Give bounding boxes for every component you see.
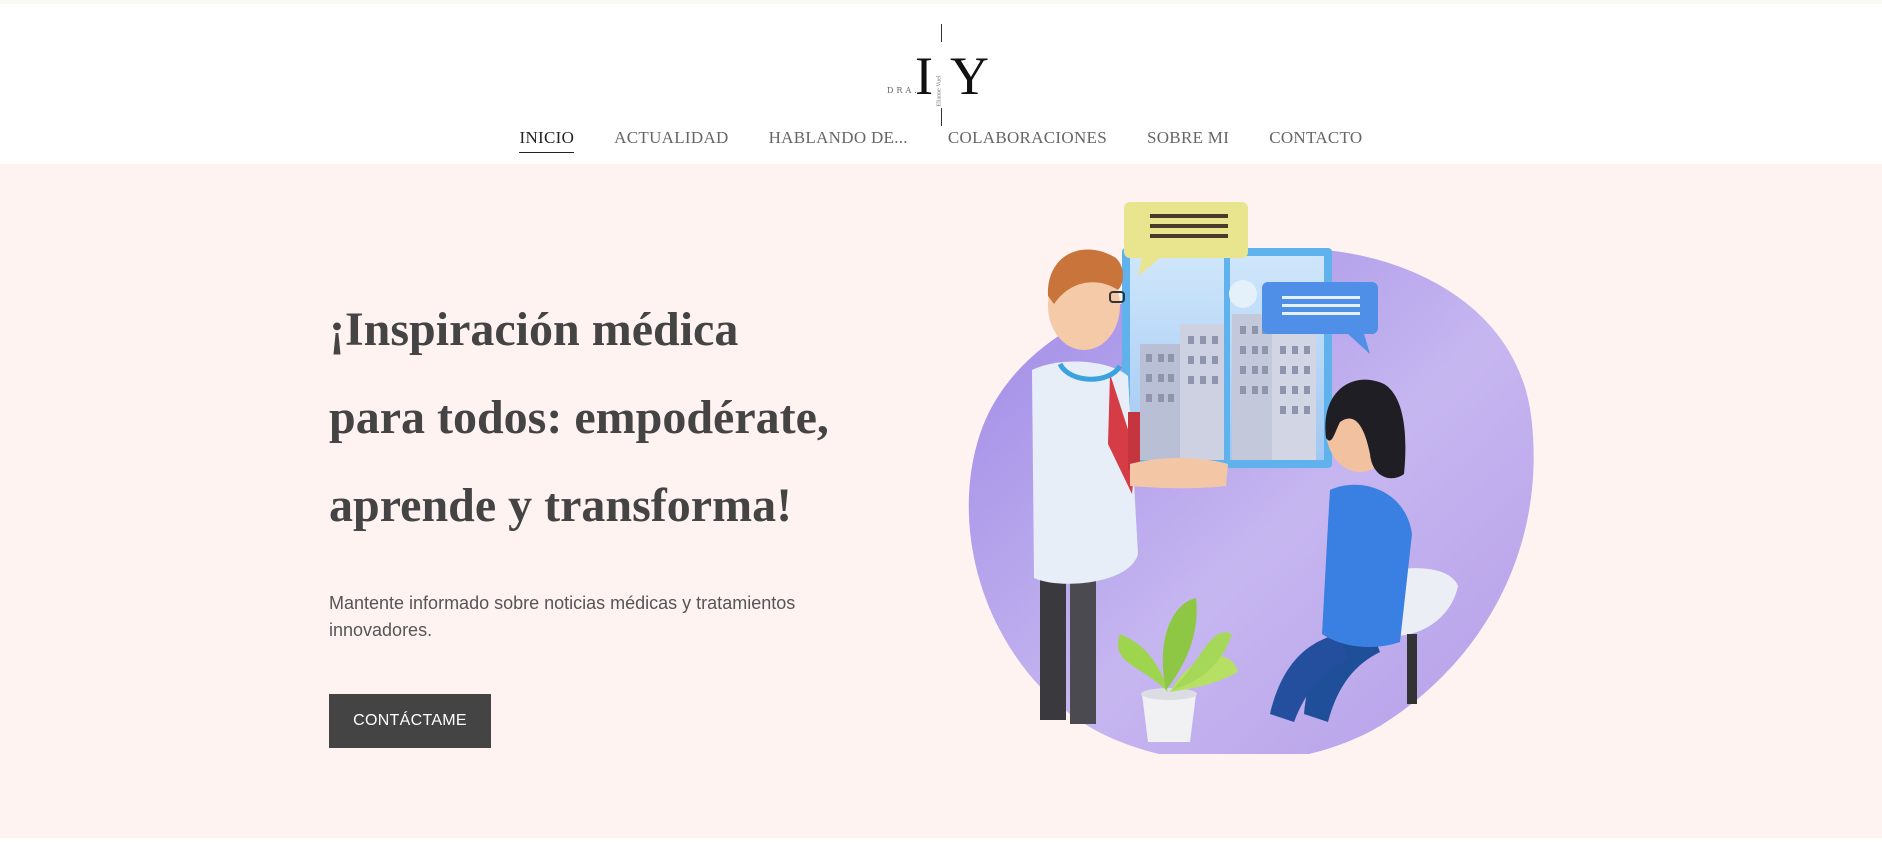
logo-vertical-name: Elianne Vuel	[936, 72, 948, 112]
nav-item-sobre-mi[interactable]: SOBRE MI	[1147, 128, 1229, 152]
window-icon	[1122, 248, 1332, 468]
bottom-strip	[0, 838, 1882, 842]
hero-title-line-1: ¡Inspiración médica	[329, 303, 739, 356]
hero-title: ¡Inspiración médica para todos: empodéra…	[329, 286, 889, 550]
nav-item-hablando-de[interactable]: HABLANDO DE...	[769, 128, 908, 152]
hero-title-line-2: para todos: empodérate,	[329, 391, 829, 444]
hero-title-line-3: aprende y transforma!	[329, 479, 793, 532]
logo-line-bottom	[941, 108, 942, 126]
logo-vertical-name-text: Elianne Vuel	[936, 75, 943, 107]
nav-item-actualidad[interactable]: ACTUALIDAD	[614, 128, 728, 152]
nav-item-inicio[interactable]: INICIO	[519, 128, 575, 153]
logo-initial-first: I	[915, 46, 933, 106]
nav-item-contacto[interactable]: CONTACTO	[1269, 128, 1362, 152]
doctor-consultation-illustration	[968, 202, 1534, 754]
hero-subtitle: Mantente informado sobre noticias médica…	[329, 593, 796, 640]
main-nav: INICIO ACTUALIDAD HABLANDO DE... COLABOR…	[0, 128, 1882, 164]
site-header: DRA. I Elianne Vuel Y INICIO ACTUALIDAD …	[0, 4, 1882, 164]
nav-item-colaboraciones[interactable]: COLABORACIONES	[948, 128, 1107, 152]
brand-logo[interactable]: DRA. I Elianne Vuel Y	[870, 20, 1010, 128]
logo-initial-last: Y	[950, 46, 989, 106]
logo-line-top	[941, 24, 942, 42]
contact-button[interactable]: CONTÁCTAME	[329, 694, 491, 748]
hero-section: ¡Inspiración médica para todos: empodéra…	[0, 164, 1882, 838]
